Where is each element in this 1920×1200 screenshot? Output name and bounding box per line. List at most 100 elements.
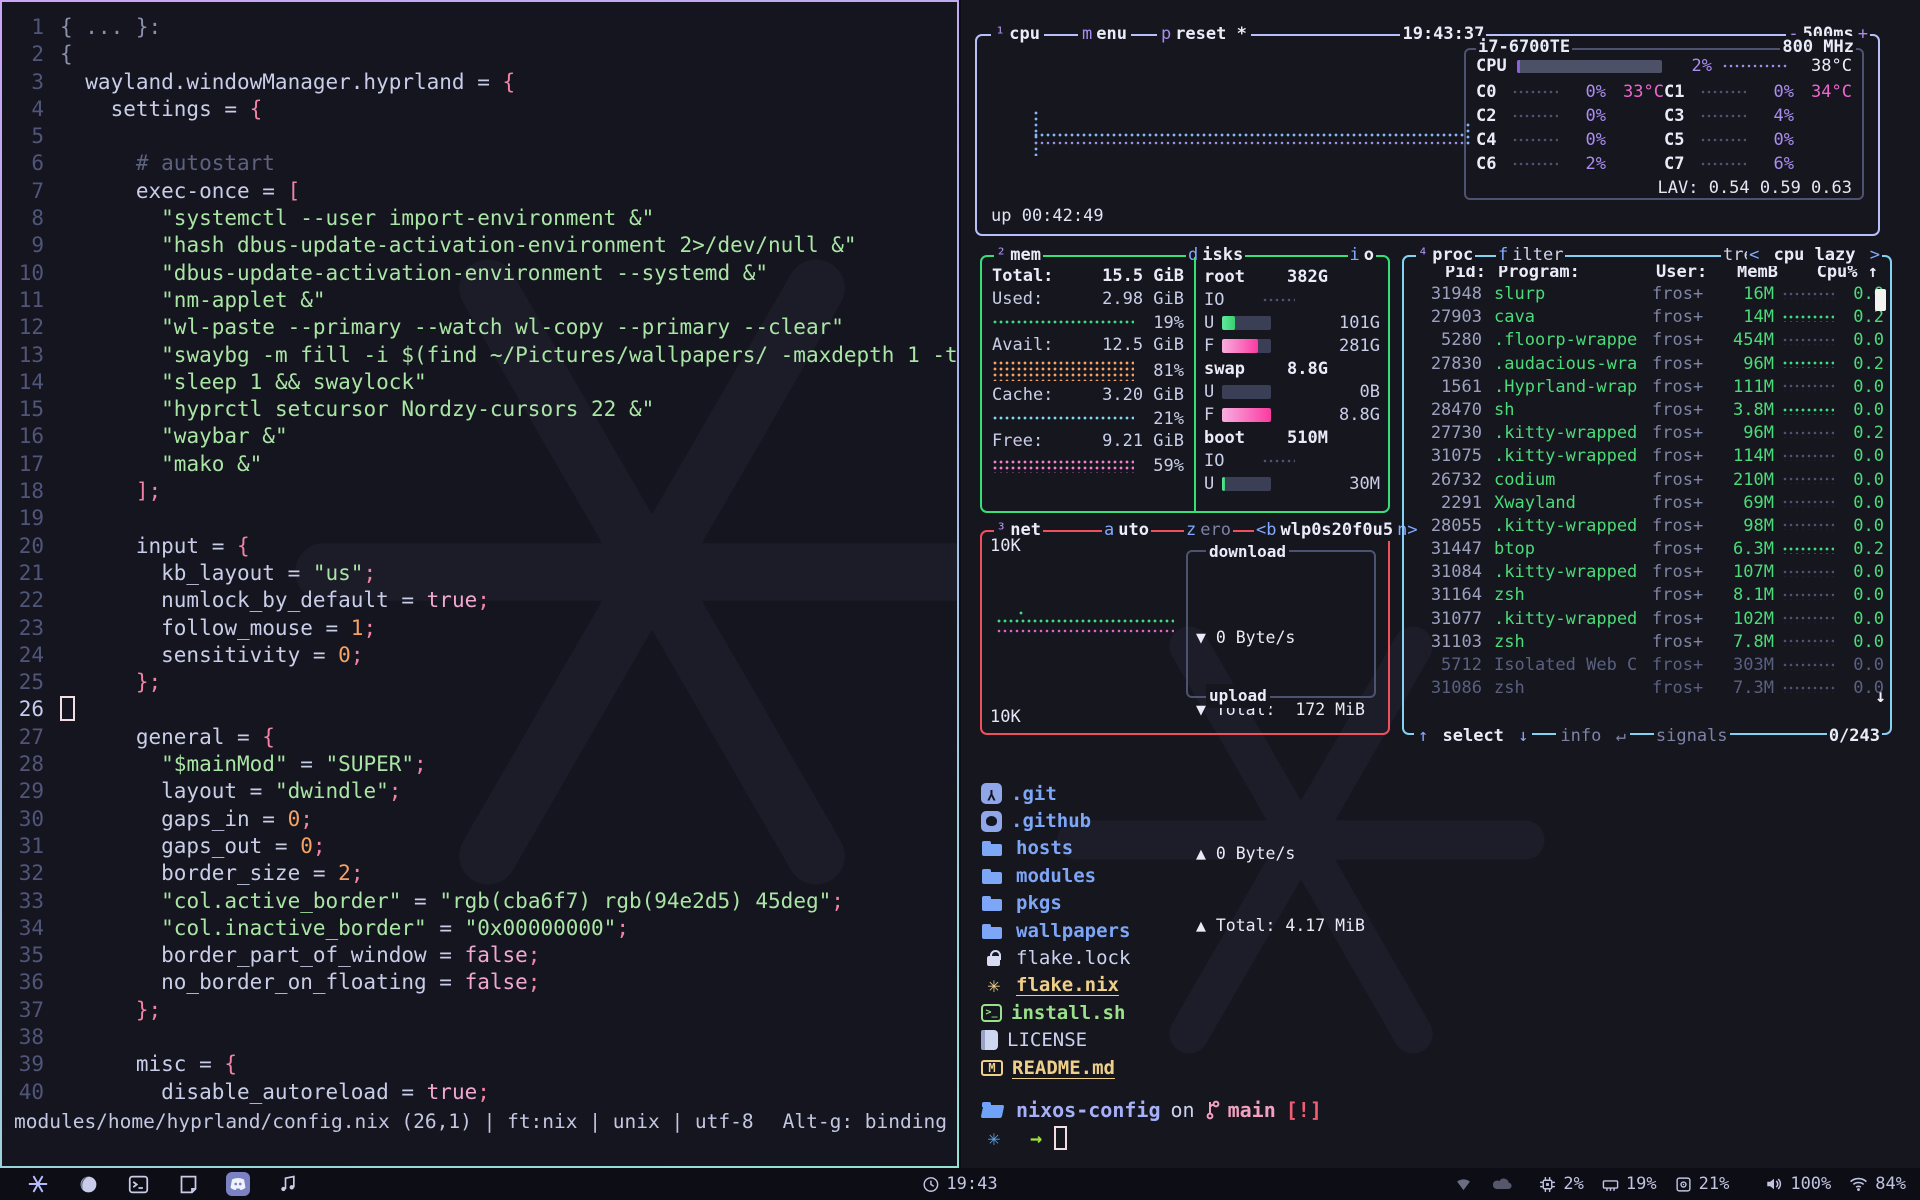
code-line[interactable]: 2 { bbox=[2, 41, 957, 68]
net-zero-tab[interactable]: zero bbox=[1184, 519, 1233, 541]
process-row[interactable]: 31103 zsh fros+ 7.8M 0.0 bbox=[1404, 631, 1890, 654]
code-line[interactable]: 24 sensitivity = 0; bbox=[2, 642, 957, 669]
code-line[interactable]: 4 settings = { bbox=[2, 96, 957, 123]
proc-scrollbar[interactable] bbox=[1875, 289, 1886, 311]
code-line[interactable]: 19 bbox=[2, 505, 957, 532]
process-row[interactable]: 27830 .audacious-wra fros+ 96M 0.2 bbox=[1404, 353, 1890, 376]
process-row[interactable]: 31086 zsh fros+ 7.3M 0.0 bbox=[1404, 677, 1890, 700]
code-line[interactable]: 40 disable_autoreload = true; bbox=[2, 1079, 957, 1106]
info-control[interactable]: info ↵ bbox=[1556, 726, 1629, 746]
process-row[interactable]: 31075 .kitty-wrapped fros+ 114M 0.0 bbox=[1404, 445, 1890, 468]
net-device[interactable]: <bwlp0s20f0u5n> bbox=[1254, 519, 1420, 541]
discord-icon[interactable] bbox=[226, 1172, 250, 1196]
code-line[interactable]: 30 gaps_in = 0; bbox=[2, 806, 957, 833]
menu-tab[interactable]: menu bbox=[1078, 23, 1131, 45]
process-row[interactable]: 28055 .kitty-wrapped fros+ 98M 0.0 bbox=[1404, 515, 1890, 538]
code-line[interactable]: 35 border_part_of_window = false; bbox=[2, 942, 957, 969]
code-line[interactable]: 14 "sleep 1 && swaylock" bbox=[2, 369, 957, 396]
code-line[interactable]: 3 wayland.windowManager.hyprland = { bbox=[2, 69, 957, 96]
code-token bbox=[60, 315, 161, 339]
prompt-directory: nixos-config bbox=[1016, 1098, 1161, 1122]
code-line[interactable]: 15 "hyprctl setcursor Nordzy-cursors 22 … bbox=[2, 396, 957, 423]
line-content: "mako &" bbox=[60, 451, 262, 478]
process-pid: 31075 bbox=[1404, 445, 1482, 468]
code-line[interactable]: 10 "dbus-update-activation-environment -… bbox=[2, 260, 957, 287]
code-line[interactable]: 6 # autostart bbox=[2, 150, 957, 177]
code-line[interactable]: 13 "swaybg -m fill -i $(find ~/Pictures/… bbox=[2, 342, 957, 369]
select-control[interactable]: ↑ select ↓ bbox=[1414, 726, 1532, 746]
code-line[interactable]: 11 "nm-applet &" bbox=[2, 287, 957, 314]
net-auto-tab[interactable]: auto bbox=[1102, 519, 1151, 541]
process-cpu: 0.0 bbox=[1836, 469, 1890, 492]
code-line[interactable]: 1 { ... }: bbox=[2, 14, 957, 41]
code-token: border_size = bbox=[60, 861, 338, 885]
cpu-tab[interactable]: ¹cpu bbox=[991, 23, 1044, 45]
code-line[interactable]: 26 bbox=[2, 696, 957, 723]
process-row[interactable]: 27730 .kitty-wrapped fros+ 96M 0.2 bbox=[1404, 422, 1890, 445]
tray-network-icon[interactable] bbox=[1451, 1172, 1475, 1196]
preset-tab[interactable]: preset * bbox=[1157, 23, 1251, 45]
code-line[interactable]: 32 border_size = 2; bbox=[2, 860, 957, 887]
terminal-icon[interactable] bbox=[126, 1172, 150, 1196]
process-row[interactable]: 1561 .Hyprland-wrap fros+ 111M 0.0 bbox=[1404, 376, 1890, 399]
process-row[interactable]: 2291 Xwayland fros+ 69M 0.0 bbox=[1404, 492, 1890, 515]
proc-tab[interactable]: ⁴proc bbox=[1416, 244, 1475, 266]
code-line[interactable]: 27 general = { bbox=[2, 724, 957, 751]
process-row[interactable]: 31948 slurp fros+ 16M 0.0 bbox=[1404, 283, 1890, 306]
sort-prev-button[interactable]: < bbox=[1747, 244, 1761, 266]
music-icon[interactable] bbox=[276, 1172, 300, 1196]
btop-mem-box: ²mem disks io Total:15.5 GiB Used:2.98 G… bbox=[980, 255, 1390, 513]
process-name: .floorp-wrappe bbox=[1482, 329, 1652, 352]
taskbar-clock[interactable]: 19:43 bbox=[922, 1174, 997, 1194]
code-line[interactable]: 37 }; bbox=[2, 997, 957, 1024]
code-line[interactable]: 12 "wl-paste --primary --watch wl-copy -… bbox=[2, 314, 957, 341]
code-line[interactable]: 8 "systemctl --user import-environment &… bbox=[2, 205, 957, 232]
wifi-stat[interactable]: 84% bbox=[1849, 1174, 1906, 1194]
process-row[interactable]: 31077 .kitty-wrapped fros+ 102M 0.0 bbox=[1404, 608, 1890, 631]
signals-control[interactable]: signals bbox=[1654, 726, 1730, 746]
code-line[interactable]: 23 follow_mouse = 1; bbox=[2, 615, 957, 642]
code-line[interactable]: 7 exec-once = [ bbox=[2, 178, 957, 205]
sort-next-button[interactable]: > bbox=[1868, 244, 1882, 266]
process-row[interactable]: 27903 cava fros+ 14M 0.2 bbox=[1404, 306, 1890, 329]
code-line[interactable]: 39 misc = { bbox=[2, 1051, 957, 1078]
volume-stat[interactable]: 100% bbox=[1765, 1174, 1831, 1194]
process-row[interactable]: 31084 .kitty-wrapped fros+ 107M 0.0 bbox=[1404, 561, 1890, 584]
proc-sort-control[interactable]: < cpu lazy > bbox=[1747, 244, 1882, 266]
process-row[interactable]: 26732 codium fros+ 210M 0.0 bbox=[1404, 469, 1890, 492]
code-line[interactable]: 25 }; bbox=[2, 669, 957, 696]
browser-icon[interactable] bbox=[76, 1172, 100, 1196]
code-line[interactable]: 16 "waybar &" bbox=[2, 423, 957, 450]
code-line[interactable]: 22 numlock_by_default = true; bbox=[2, 587, 957, 614]
user-header[interactable]: User: bbox=[1656, 259, 1722, 283]
code-line[interactable]: 17 "mako &" bbox=[2, 451, 957, 478]
code-line[interactable]: 34 "col.inactive_border" = "0x00000000"; bbox=[2, 915, 957, 942]
notes-icon[interactable] bbox=[176, 1172, 200, 1196]
code-line[interactable]: 21 kb_layout = "us"; bbox=[2, 560, 957, 587]
nix-menu-button[interactable] bbox=[26, 1172, 50, 1196]
code-line[interactable]: 18 ]; bbox=[2, 478, 957, 505]
editor[interactable]: 1 { ... }: 2 { 3 wayland.windowManager.h… bbox=[2, 2, 957, 1166]
process-row[interactable]: 31447 btop fros+ 6.3M 0.2 bbox=[1404, 538, 1890, 561]
code-line[interactable]: 36 no_border_on_floating = false; bbox=[2, 969, 957, 996]
prompt-input-line[interactable]: → bbox=[981, 1124, 1322, 1152]
rate-plus-button[interactable]: + bbox=[1856, 23, 1870, 45]
code-line[interactable]: 31 gaps_out = 0; bbox=[2, 833, 957, 860]
proc-filter-tab[interactable]: filter bbox=[1496, 244, 1565, 266]
code-line[interactable]: 33 "col.active_border" = "rgb(cba6f7) rg… bbox=[2, 888, 957, 915]
process-row[interactable]: 28470 sh fros+ 3.8M 0.0 bbox=[1404, 399, 1890, 422]
code-line[interactable]: 28 "$mainMod" = "SUPER"; bbox=[2, 751, 957, 778]
code-line[interactable]: 5 bbox=[2, 123, 957, 150]
code-line[interactable]: 38 bbox=[2, 1024, 957, 1051]
scroll-down-icon[interactable]: ↓ bbox=[1875, 686, 1886, 707]
process-row[interactable]: 5712 Isolated Web C fros+ 303M 0.0 bbox=[1404, 654, 1890, 677]
process-row[interactable]: 5280 .floorp-wrappe fros+ 454M 0.0 bbox=[1404, 329, 1890, 352]
code-token: true bbox=[427, 588, 478, 612]
process-row[interactable]: 31164 zsh fros+ 8.1M 0.0 bbox=[1404, 584, 1890, 607]
code-line[interactable]: 29 layout = "dwindle"; bbox=[2, 778, 957, 805]
tray-cloud-icon[interactable] bbox=[1491, 1172, 1515, 1196]
code-line[interactable]: 20 input = { bbox=[2, 533, 957, 560]
process-user: fros+ bbox=[1652, 329, 1718, 352]
ic-folder bbox=[981, 864, 1007, 888]
code-line[interactable]: 9 "hash dbus-update-activation-environme… bbox=[2, 232, 957, 259]
